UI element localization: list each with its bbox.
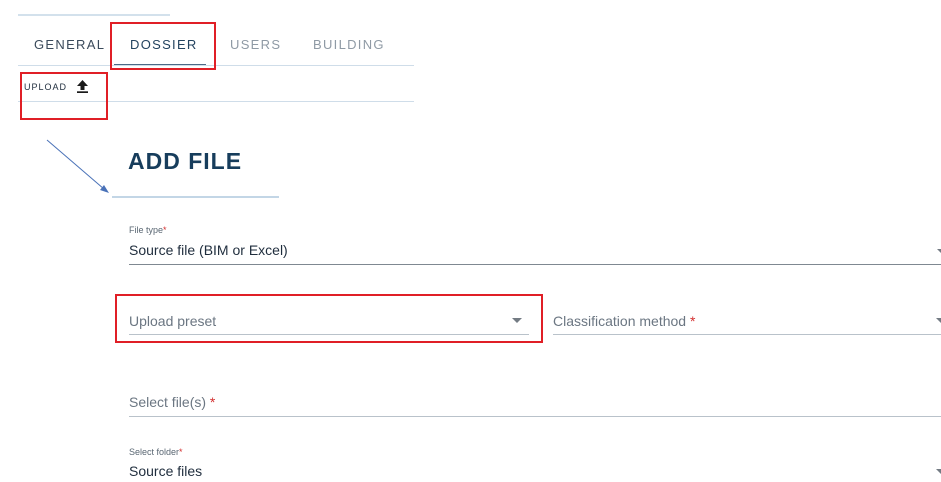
tab-bar-divider — [18, 65, 414, 66]
tab-general[interactable]: GENERAL — [34, 37, 105, 52]
chevron-down-icon — [512, 318, 522, 323]
upload-label: UPLOAD — [24, 81, 68, 92]
page-title: ADD FILE — [128, 148, 243, 174]
chevron-down-icon — [936, 318, 941, 323]
classification-method-underline — [553, 334, 941, 335]
upload-button[interactable]: UPLOAD — [24, 80, 89, 93]
tab-dossier[interactable]: DOSSIER — [130, 37, 198, 52]
required-mark: * — [163, 225, 167, 235]
file-type-underline — [129, 264, 941, 265]
tab-users[interactable]: USERS — [230, 37, 281, 52]
tab-building[interactable]: BUILDING — [313, 37, 385, 52]
select-folder-value: Source files — [129, 463, 203, 479]
required-mark: * — [209, 394, 216, 410]
chevron-down-icon — [937, 249, 941, 254]
required-mark: * — [689, 313, 696, 329]
upload-preset-underline — [129, 334, 529, 335]
select-files-underline — [129, 416, 941, 417]
title-underline — [112, 196, 279, 198]
upload-icon — [77, 80, 89, 93]
file-type-label: File type* — [129, 225, 167, 235]
select-files-placeholder: Select file(s) * — [129, 394, 216, 410]
upload-divider — [18, 101, 414, 102]
required-mark: * — [179, 447, 183, 457]
select-folder-label: Select folder* — [129, 447, 183, 457]
file-type-value: Source file (BIM or Excel) — [129, 242, 288, 258]
top-divider — [18, 14, 170, 16]
classification-method-placeholder: Classification method * — [553, 313, 696, 329]
upload-preset-placeholder: Upload preset — [129, 313, 217, 329]
chevron-down-icon — [936, 469, 941, 474]
